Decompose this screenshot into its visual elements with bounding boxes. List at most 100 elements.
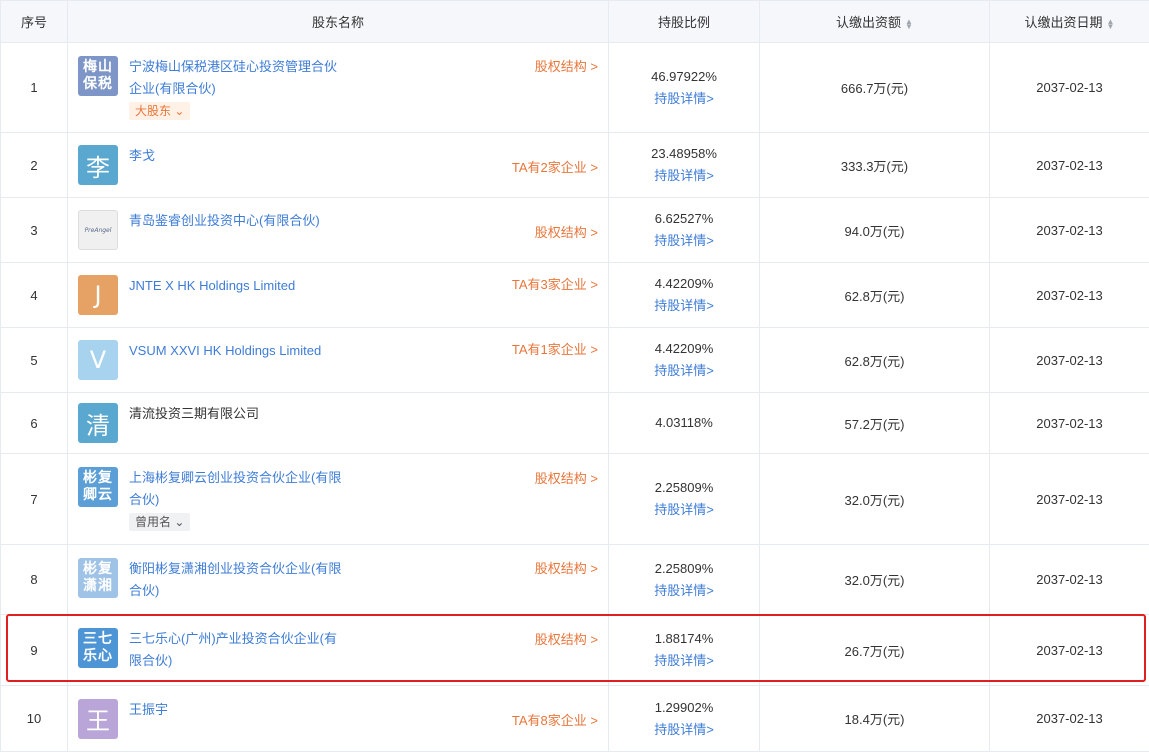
- ratio-value: 2.25809%: [654, 480, 714, 495]
- header-ratio: 持股比例: [608, 0, 760, 43]
- table-row: 10 王 王振宇 TA有8家企业 > 1.29902% 持股详情> 18.4万(…: [0, 685, 1149, 752]
- name-cell: 彬复 卿云 上海彬复卿云创业投资合伙企业(有限合伙) 曾用名 ⌄ 股权结构 >: [67, 453, 609, 545]
- date-cell: 2037-02-13: [989, 544, 1149, 615]
- shareholder-name-link[interactable]: 王振宇: [129, 699, 349, 721]
- shareholder-name-link[interactable]: 宁波梅山保税港区硅心投资管理合伙企业(有限合伙): [129, 56, 349, 100]
- company-logo: 彬复 潇湘: [78, 557, 118, 598]
- right-link[interactable]: TA有2家企业 >: [512, 157, 598, 176]
- name-block: 上海彬复卿云创业投资合伙企业(有限合伙) 曾用名 ⌄: [129, 467, 349, 531]
- shareholder-name-link[interactable]: 三七乐心(广州)产业投资合伙企业(有限合伙): [129, 628, 349, 672]
- table-row: 2 李 李戈 TA有2家企业 > 23.48958% 持股详情> 333.3万(…: [0, 132, 1149, 198]
- shareholder-table: 序号 股东名称 持股比例 认缴出资额 ▲ ▼ 认缴出资日期 ▲ ▼ 1 梅山 保税 宁波…: [0, 0, 1149, 752]
- seq-cell: 3: [0, 197, 68, 263]
- date-cell: 2037-02-13: [989, 614, 1149, 686]
- table-row: 1 梅山 保税 宁波梅山保税港区硅心投资管理合伙企业(有限合伙) 大股东 ⌄ 股…: [0, 42, 1149, 133]
- holding-detail-link[interactable]: 持股详情>: [609, 88, 759, 110]
- capital-cell: 57.2万(元): [759, 392, 990, 454]
- name-block: JNTE X HK Holdings Limited: [129, 275, 349, 297]
- shareholder-name-link[interactable]: 衡阳彬复潇湘创业投资合伙企业(有限合伙): [129, 558, 349, 602]
- table-header-row: 序号 股东名称 持股比例 认缴出资额 ▲ ▼ 认缴出资日期 ▲ ▼: [0, 0, 1149, 43]
- seq-cell: 5: [0, 327, 68, 393]
- seq-cell: 4: [0, 262, 68, 328]
- header-capital[interactable]: 认缴出资额 ▲ ▼: [759, 0, 990, 43]
- name-wrap: PreAngel 青岛鉴睿创业投资中心(有限合伙): [68, 210, 608, 250]
- name-block: 宁波梅山保税港区硅心投资管理合伙企业(有限合伙) 大股东 ⌄: [129, 56, 349, 120]
- shareholder-name-link[interactable]: 清流投资三期有限公司: [129, 403, 349, 425]
- seq-cell: 7: [0, 453, 68, 545]
- ratio-cell: 4.42209% 持股详情>: [608, 327, 760, 393]
- holding-detail-link[interactable]: 持股详情>: [609, 650, 759, 672]
- company-logo: 清: [78, 403, 118, 443]
- seq-cell: 10: [0, 685, 68, 752]
- sort-icon[interactable]: ▲ ▼: [905, 17, 913, 30]
- header-seq: 序号: [0, 0, 68, 43]
- holding-detail-link[interactable]: 持股详情>: [609, 295, 759, 317]
- date-cell: 2037-02-13: [989, 42, 1149, 133]
- name-wrap: 彬复 潇湘 衡阳彬复潇湘创业投资合伙企业(有限合伙): [68, 557, 608, 602]
- ratio-value: 1.29902%: [654, 699, 714, 715]
- ratio-cell: 1.29902% 持股详情>: [608, 685, 760, 752]
- holding-detail-link[interactable]: 持股详情>: [609, 580, 759, 602]
- holding-detail-link[interactable]: 持股详情>: [609, 230, 759, 252]
- right-link[interactable]: 股权结构 >: [535, 558, 598, 577]
- capital-cell: 26.7万(元): [759, 614, 990, 686]
- date-cell: 2037-02-13: [989, 453, 1149, 545]
- holding-detail-link[interactable]: 持股详情>: [609, 719, 759, 741]
- name-block: VSUM XXVI HK Holdings Limited: [129, 340, 349, 362]
- name-block: 王振宇: [129, 699, 349, 721]
- right-link[interactable]: TA有8家企业 >: [512, 710, 598, 729]
- seq-cell: 6: [0, 392, 68, 454]
- company-logo: 梅山 保税: [78, 55, 118, 96]
- capital-cell: 32.0万(元): [759, 453, 990, 545]
- company-logo: 李: [78, 145, 118, 185]
- right-link[interactable]: TA有3家企业 >: [512, 274, 598, 293]
- shareholder-name-link[interactable]: 上海彬复卿云创业投资合伙企业(有限合伙): [129, 467, 349, 511]
- name-block: 衡阳彬复潇湘创业投资合伙企业(有限合伙): [129, 558, 349, 602]
- ratio-value: 6.62527%: [654, 211, 714, 226]
- name-wrap: 三七 乐心 三七乐心(广州)产业投资合伙企业(有限合伙): [68, 628, 608, 672]
- capital-cell: 62.8万(元): [759, 262, 990, 328]
- table-row: 6 清 清流投资三期有限公司 4.03118% 57.2万(元) 2037-02…: [0, 392, 1149, 454]
- company-logo: 彬复 卿云: [78, 467, 118, 507]
- right-link[interactable]: 股权结构 >: [535, 468, 598, 487]
- right-link[interactable]: 股权结构 >: [535, 222, 598, 241]
- right-link[interactable]: TA有1家企业 >: [512, 339, 598, 358]
- name-tag[interactable]: 曾用名 ⌄: [129, 513, 191, 531]
- header-date[interactable]: 认缴出资日期 ▲ ▼: [989, 0, 1149, 43]
- ratio-value: 23.48958%: [651, 146, 717, 161]
- name-cell: 三七 乐心 三七乐心(广州)产业投资合伙企业(有限合伙) 股权结构 >: [67, 614, 609, 686]
- shareholder-name-link[interactable]: JNTE X HK Holdings Limited: [129, 275, 349, 297]
- holding-detail-link[interactable]: 持股详情>: [609, 165, 759, 187]
- seq-cell: 9: [0, 614, 68, 686]
- name-tag[interactable]: 大股东 ⌄: [129, 101, 191, 120]
- sort-icon[interactable]: ▲ ▼: [1107, 17, 1115, 30]
- chevron-down-icon: ⌄: [171, 103, 185, 118]
- company-logo: J: [78, 275, 118, 315]
- date-cell: 2037-02-13: [989, 685, 1149, 752]
- ratio-cell: 2.25809% 持股详情>: [608, 544, 760, 615]
- name-cell: V VSUM XXVI HK Holdings Limited TA有1家企业 …: [67, 327, 609, 393]
- shareholder-name-link[interactable]: 青岛鉴睿创业投资中心(有限合伙): [129, 210, 349, 232]
- capital-cell: 18.4万(元): [759, 685, 990, 752]
- right-link[interactable]: 股权结构 >: [535, 629, 598, 648]
- capital-cell: 32.0万(元): [759, 544, 990, 615]
- name-wrap: 清 清流投资三期有限公司: [68, 403, 608, 443]
- table-row: 9 三七 乐心 三七乐心(广州)产业投资合伙企业(有限合伙) 股权结构 > 1.…: [0, 614, 1149, 686]
- date-cell: 2037-02-13: [989, 197, 1149, 263]
- seq-cell: 8: [0, 544, 68, 615]
- shareholder-name-link[interactable]: 李戈: [129, 145, 349, 167]
- holding-detail-link[interactable]: 持股详情>: [609, 499, 759, 521]
- table-row: 3 PreAngel 青岛鉴睿创业投资中心(有限合伙) 股权结构 > 6.625…: [0, 197, 1149, 263]
- company-logo: PreAngel: [78, 210, 118, 250]
- right-link[interactable]: 股权结构 >: [535, 56, 598, 75]
- name-cell: 李 李戈 TA有2家企业 >: [67, 132, 609, 198]
- ratio-value: 1.88174%: [654, 631, 714, 646]
- table-row: 7 彬复 卿云 上海彬复卿云创业投资合伙企业(有限合伙) 曾用名 ⌄ 股权结构 …: [0, 453, 1149, 545]
- capital-cell: 666.7万(元): [759, 42, 990, 133]
- shareholder-name-link[interactable]: VSUM XXVI HK Holdings Limited: [129, 340, 349, 362]
- date-cell: 2037-02-13: [989, 262, 1149, 328]
- name-wrap: 梅山 保税 宁波梅山保税港区硅心投资管理合伙企业(有限合伙) 大股东 ⌄: [68, 55, 608, 120]
- holding-detail-link[interactable]: 持股详情>: [609, 360, 759, 382]
- ratio-value: 46.97922%: [651, 68, 717, 84]
- name-block: 清流投资三期有限公司: [129, 403, 349, 425]
